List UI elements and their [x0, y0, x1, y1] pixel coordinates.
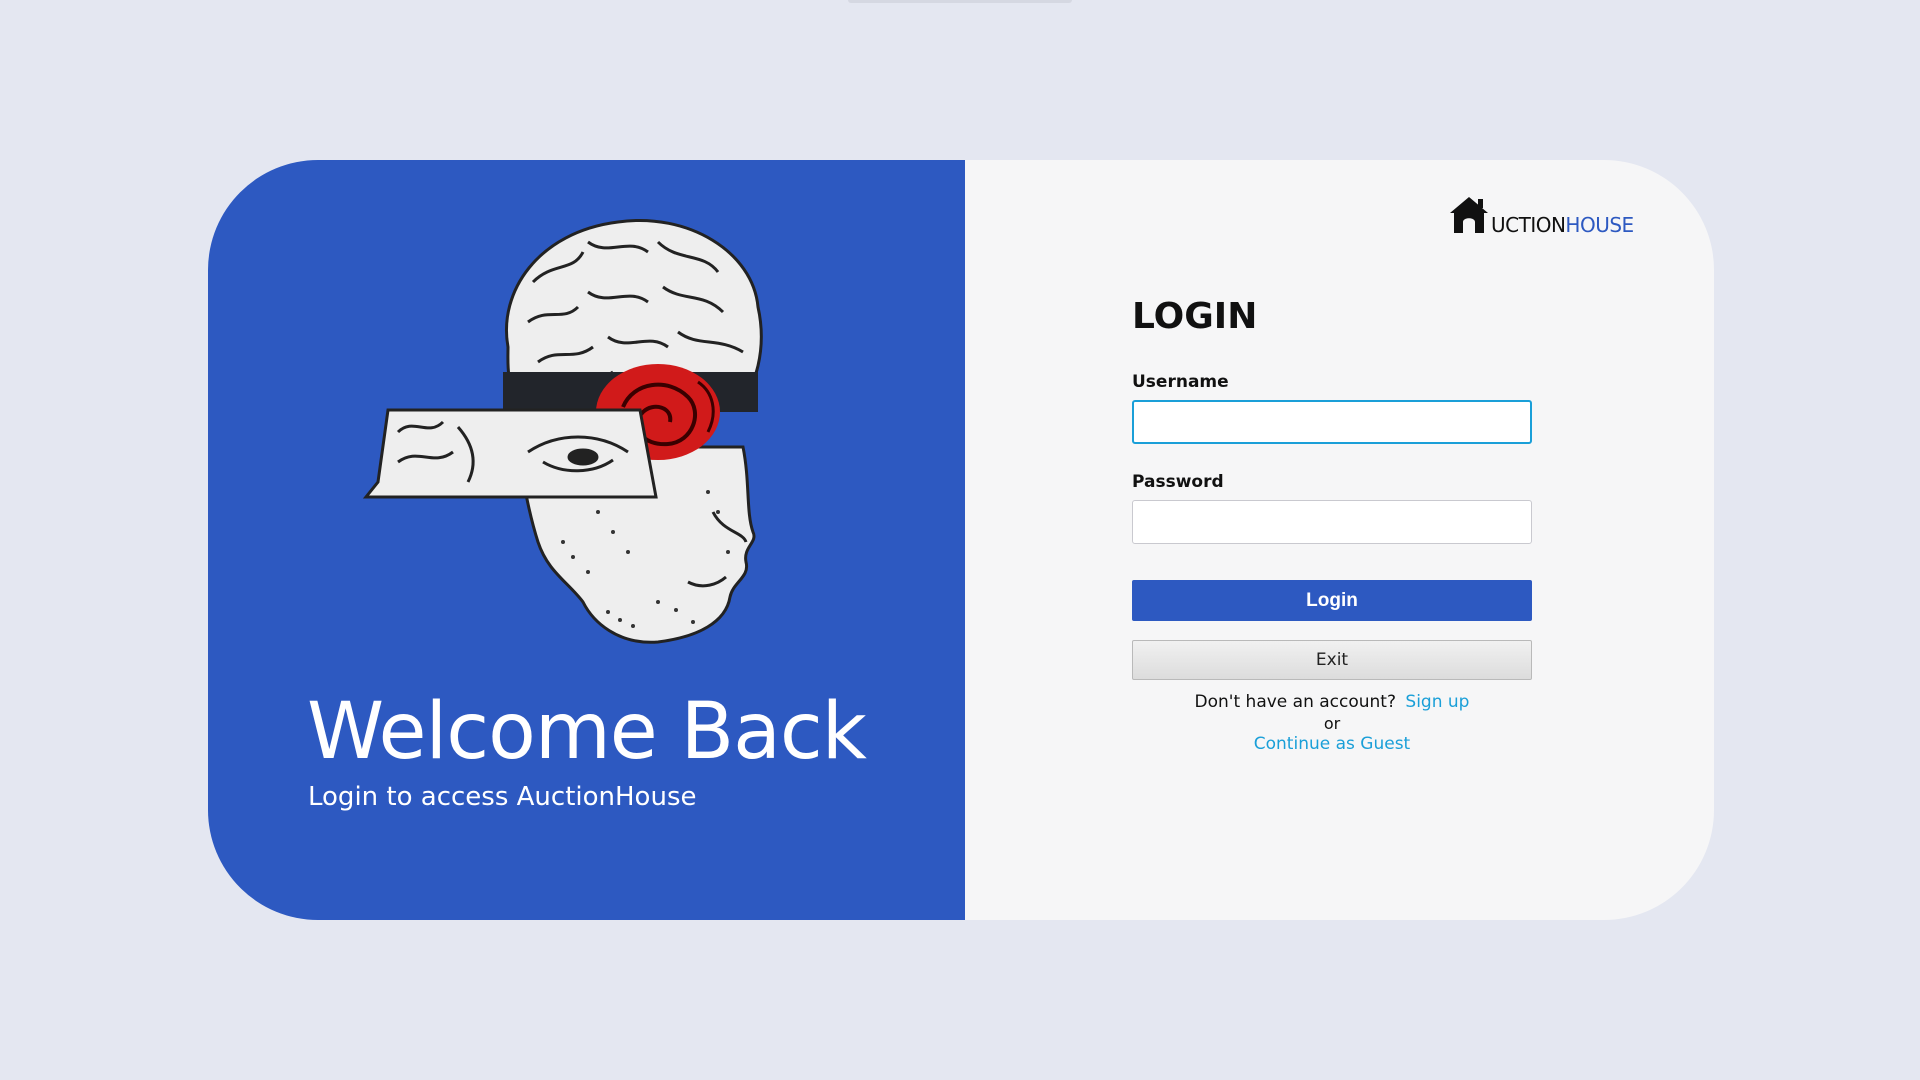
login-button[interactable]: Login	[1132, 580, 1532, 621]
or-separator: or	[1323, 714, 1341, 733]
auctionhouse-logo: UCTION HOUSE	[1448, 193, 1634, 235]
signup-link[interactable]: Sign up	[1405, 692, 1469, 712]
password-input[interactable]	[1132, 500, 1532, 544]
login-title: LOGIN	[1132, 296, 1258, 337]
welcome-title: Welcome Back	[307, 687, 867, 777]
welcome-subtitle: Login to access AuctionHouse	[308, 782, 697, 812]
logo-text-part1: UCTION	[1491, 213, 1566, 237]
exit-button[interactable]: Exit	[1132, 640, 1532, 680]
login-card: Welcome Back Login to access AuctionHous…	[208, 160, 1714, 920]
logo-text-part2: HOUSE	[1565, 213, 1634, 237]
password-label: Password	[1132, 472, 1224, 492]
welcome-panel: Welcome Back Login to access AuctionHous…	[208, 160, 965, 920]
top-edge-tab	[848, 0, 1072, 3]
username-input[interactable]	[1132, 400, 1532, 444]
continue-as-guest-link[interactable]: Continue as Guest	[1132, 734, 1532, 754]
house-icon	[1450, 197, 1488, 233]
signup-prompt-line: Don't have an account? Sign up	[1132, 692, 1532, 712]
statue-head-illustration	[362, 219, 763, 644]
signup-prompt-text: Don't have an account?	[1194, 692, 1396, 712]
login-panel: UCTION HOUSE LOGIN Username Password Log…	[965, 160, 1714, 920]
username-label: Username	[1132, 372, 1229, 392]
